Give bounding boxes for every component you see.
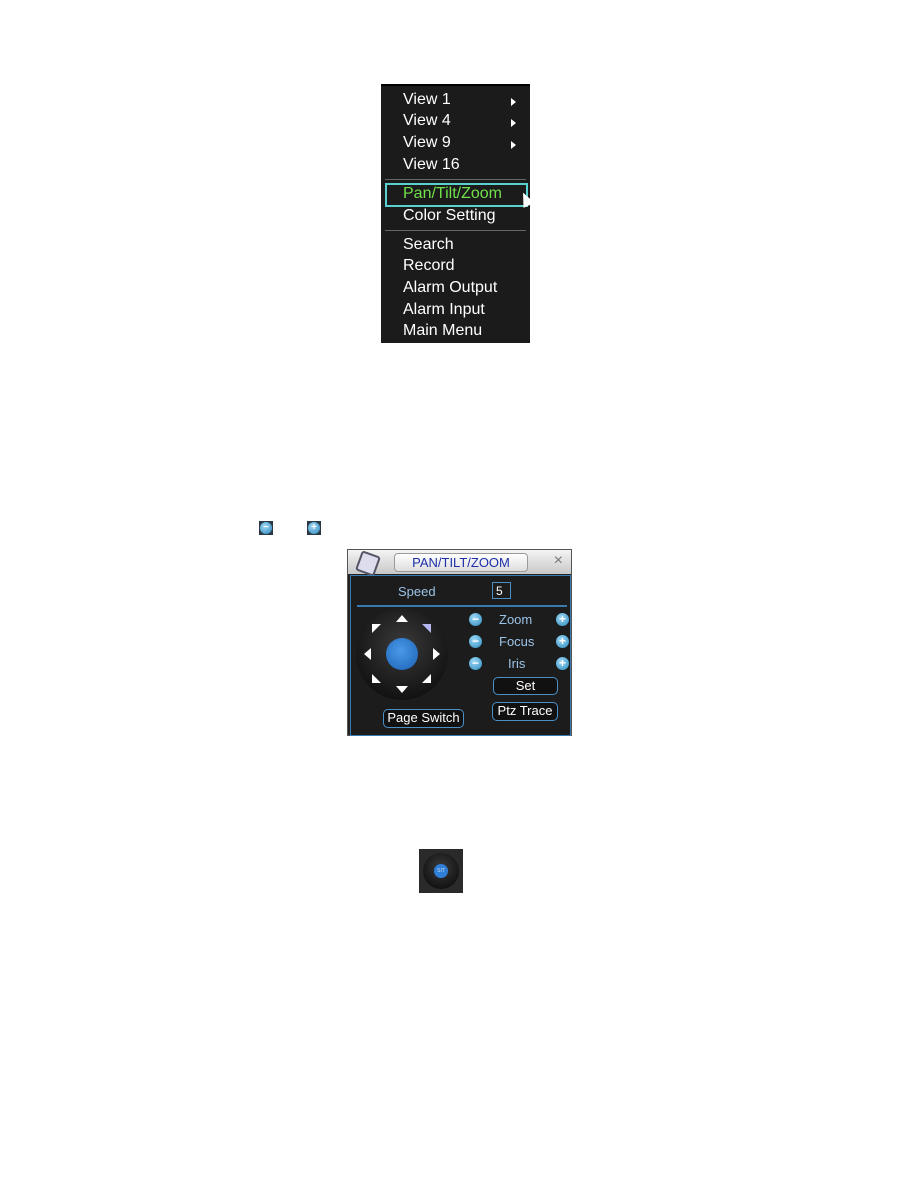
title-bar: PAN/TILT/ZOOM × [348,550,571,577]
left-arrow-icon[interactable] [364,648,371,660]
iris-label: Iris [508,656,526,671]
menu-divider [385,179,526,180]
up-right-arrow-icon[interactable] [422,624,431,633]
ptz-dialog: PAN/TILT/ZOOM × Speed 5 − Zoom + − Focus… [347,549,572,736]
small-direction-pad: SIT [423,853,459,889]
down-arrow-icon[interactable] [396,686,408,693]
divider [357,605,567,607]
menu-item-view-9[interactable]: View 9 [403,133,451,153]
up-left-arrow-icon[interactable] [372,624,381,633]
page-switch-button[interactable]: Page Switch [383,709,464,728]
speed-label: Speed [398,584,436,599]
document-page: View 1 View 4 View 9 View 16 Pan/Tilt/Zo… [0,0,918,1188]
right-arrow-icon[interactable] [433,648,440,660]
up-arrow-icon[interactable] [396,615,408,622]
down-right-arrow-icon[interactable] [422,674,431,683]
direction-pad[interactable] [356,608,448,700]
menu-item-color-setting[interactable]: Color Setting [403,206,496,226]
zoom-label: Zoom [499,612,533,627]
submenu-arrow-icon [511,98,516,106]
small-center-button: SIT [434,864,448,878]
submenu-arrow-icon [511,119,516,127]
focus-minus-button[interactable]: − [469,635,482,648]
plus-circle-icon: + [307,521,321,535]
submenu-arrow-icon [511,141,516,149]
menu-item-search[interactable]: Search [403,235,454,255]
focus-plus-button[interactable]: + [556,635,569,648]
menu-item-alarm-input[interactable]: Alarm Input [403,300,485,320]
set-button[interactable]: Set [493,677,558,695]
menu-item-record[interactable]: Record [403,256,455,276]
small-joystick-image: SIT [419,849,463,893]
menu-item-pan-tilt-zoom[interactable]: Pan/Tilt/Zoom [403,184,502,204]
menu-item-view-16[interactable]: View 16 [403,155,460,175]
minus-circle-icon: − [259,521,273,535]
center-button[interactable] [386,638,418,670]
dialog-title: PAN/TILT/ZOOM [394,553,528,572]
ptz-body: Speed 5 − Zoom + − Focus + − Iris + Set … [350,575,571,736]
iris-plus-button[interactable]: + [556,657,569,670]
minus-glyph: − [260,522,272,534]
focus-label: Focus [499,634,535,649]
iris-minus-button[interactable]: − [469,657,482,670]
ptz-cube-icon [355,550,381,577]
menu-item-alarm-output[interactable]: Alarm Output [403,278,497,298]
ptz-trace-button[interactable]: Ptz Trace [492,702,558,721]
menu-item-view-1[interactable]: View 1 [403,90,451,110]
menu-divider [385,230,526,231]
context-menu: View 1 View 4 View 9 View 16 Pan/Tilt/Zo… [381,84,535,343]
close-icon[interactable]: × [554,552,563,570]
plus-glyph: + [308,522,320,534]
menu-item-main-menu[interactable]: Main Menu [403,321,482,341]
menu-item-view-4[interactable]: View 4 [403,111,451,131]
down-left-arrow-icon[interactable] [372,674,381,683]
zoom-minus-button[interactable]: − [469,613,482,626]
zoom-plus-button[interactable]: + [556,613,569,626]
speed-input[interactable]: 5 [492,582,511,599]
